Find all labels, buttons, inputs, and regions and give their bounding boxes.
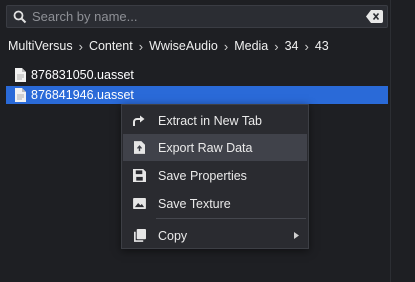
breadcrumb-item[interactable]: 34: [285, 39, 299, 53]
copy-icon: [132, 229, 146, 243]
file-list-item-selected[interactable]: 876841946.uasset: [6, 86, 388, 104]
breadcrumb-item[interactable]: WwiseAudio: [149, 39, 218, 53]
menu-item-save-properties[interactable]: Save Properties: [123, 162, 307, 189]
menu-item-copy[interactable]: Copy: [123, 222, 307, 249]
file-icon: [15, 68, 26, 82]
file-name: 876831050.uasset: [31, 68, 134, 82]
breadcrumb-item[interactable]: Media: [234, 39, 268, 53]
chevron-right-icon: ›: [223, 38, 229, 54]
menu-item-label: Export Raw Data: [158, 140, 253, 155]
floppy-disk-icon: [132, 169, 146, 183]
file-export-icon: [132, 141, 146, 155]
file-list-item[interactable]: 876831050.uasset: [6, 66, 134, 84]
menu-item-label: Save Properties: [158, 168, 247, 183]
submenu-arrow-icon: [294, 232, 299, 239]
search-box[interactable]: [6, 5, 388, 28]
menu-separator: [156, 218, 306, 219]
menu-item-label: Save Texture: [158, 196, 231, 211]
clear-search-icon[interactable]: [366, 10, 383, 23]
menu-item-save-texture[interactable]: Save Texture: [123, 190, 307, 217]
image-icon: [132, 197, 146, 211]
menu-item-extract-new-tab[interactable]: Extract in New Tab: [123, 107, 307, 134]
breadcrumb-item[interactable]: MultiVersus: [8, 39, 73, 53]
chevron-right-icon: ›: [304, 38, 309, 54]
context-menu: Extract in New Tab Export Raw Data Save …: [121, 104, 309, 249]
file-name: 876841946.uasset: [31, 88, 134, 102]
menu-item-export-raw-data[interactable]: Export Raw Data: [123, 134, 307, 161]
file-icon: [15, 88, 26, 102]
search-input[interactable]: [32, 8, 352, 25]
chevron-right-icon: ›: [78, 38, 83, 54]
search-icon: [13, 10, 27, 24]
menu-item-label: Copy: [158, 228, 188, 243]
breadcrumb-item[interactable]: Content: [89, 39, 133, 53]
breadcrumb: MultiVersus › Content › WwiseAudio › Med…: [8, 38, 329, 54]
panel-divider: [390, 0, 391, 282]
breadcrumb-item[interactable]: 43: [315, 39, 329, 53]
share-arrow-icon: [132, 114, 146, 128]
chevron-right-icon: ›: [138, 38, 144, 54]
menu-item-label: Extract in New Tab: [158, 113, 262, 128]
chevron-right-icon: ›: [274, 38, 279, 54]
